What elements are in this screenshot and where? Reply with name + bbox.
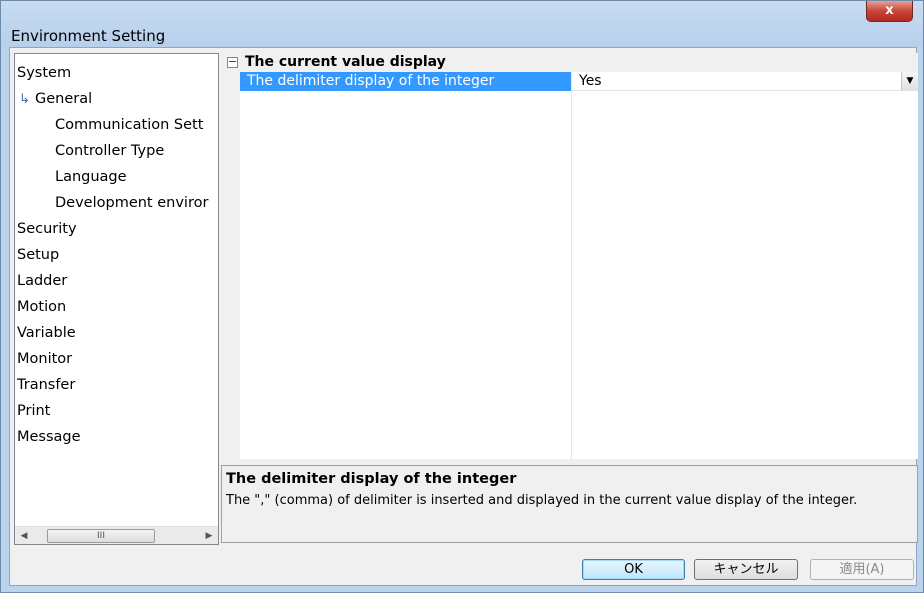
tree-item-development-environment[interactable]: Development enviror [15, 190, 208, 216]
tree-item-label: Controller Type [55, 143, 165, 159]
tree-item-label: Communication Sett [55, 117, 204, 133]
tree-item-label: System [17, 65, 72, 81]
tree-horizontal-scrollbar[interactable]: ◀ III ▶ [15, 526, 218, 544]
tree-item-motion[interactable]: Motion [15, 294, 66, 320]
collapse-icon[interactable]: − [227, 56, 238, 68]
title-bar[interactable]: Environment Setting x [1, 1, 923, 47]
description-panel: The delimiter display of the integer The… [221, 465, 918, 543]
scroll-left-arrow-icon[interactable]: ◀ [17, 527, 31, 544]
description-text: The "," (comma) of delimiter is inserted… [226, 493, 858, 508]
category-row[interactable]: − The current value display [221, 53, 918, 72]
property-grid: − The current value display The delimite… [221, 53, 918, 459]
tree-item-label: Transfer [17, 377, 76, 393]
property-value: Yes [579, 73, 602, 89]
tree-item-system[interactable]: System [15, 60, 71, 86]
tree-item-label: Message [17, 429, 81, 445]
tree-items: System ↳ General Communication Sett Contr… [15, 54, 218, 526]
tree-item-label: Ladder [17, 273, 68, 289]
scroll-right-arrow-icon[interactable]: ▶ [202, 527, 216, 544]
tree-item-setup[interactable]: Setup [15, 242, 59, 268]
dropdown-arrow-icon[interactable]: ▼ [901, 72, 918, 91]
column-splitter[interactable] [571, 72, 572, 459]
property-row[interactable]: The delimiter display of the integer Yes… [240, 72, 918, 91]
tree-item-label: Print [17, 403, 51, 419]
window-title: Environment Setting [11, 27, 166, 45]
tree-item-label: Language [55, 169, 127, 185]
grid-left-margin [221, 72, 240, 459]
tree-item-general[interactable]: ↳ General [15, 86, 92, 112]
tree-item-label: Variable [17, 325, 76, 341]
cancel-button[interactable]: キャンセル [694, 559, 798, 580]
tree-item-message[interactable]: Message [15, 424, 81, 450]
tree-item-label: Security [17, 221, 77, 237]
close-button[interactable]: x [866, 1, 913, 22]
dialog-client-area: System ↳ General Communication Sett Contr… [9, 47, 918, 586]
tree-item-label: Monitor [17, 351, 73, 367]
tree-item-controller-type[interactable]: Controller Type [15, 138, 164, 164]
description-title: The delimiter display of the integer [226, 471, 517, 487]
tree-item-variable[interactable]: Variable [15, 320, 76, 346]
category-label: The current value display [245, 54, 446, 70]
property-value-select[interactable]: Yes ▼ [572, 72, 918, 91]
tree-item-security[interactable]: Security [15, 216, 77, 242]
property-name[interactable]: The delimiter display of the integer [240, 72, 571, 91]
tree-item-transfer[interactable]: Transfer [15, 372, 75, 398]
ok-button[interactable]: OK [582, 559, 685, 580]
tree-item-label: General [35, 91, 93, 107]
tree-item-print[interactable]: Print [15, 398, 50, 424]
tree-item-language[interactable]: Language [15, 164, 127, 190]
tree-item-monitor[interactable]: Monitor [15, 346, 72, 372]
apply-button[interactable]: 適用(A) [810, 559, 914, 580]
tree-item-ladder[interactable]: Ladder [15, 268, 67, 294]
environment-setting-dialog: Environment Setting x System ↳ General Co… [0, 0, 924, 593]
settings-tree[interactable]: System ↳ General Communication Sett Contr… [14, 53, 219, 545]
scrollbar-thumb[interactable]: III [47, 529, 155, 543]
tree-item-label: Development enviror [55, 195, 209, 211]
tree-item-label: Setup [17, 247, 60, 263]
tree-item-communication[interactable]: Communication Sett [15, 112, 203, 138]
selection-arrow-icon: ↳ [19, 92, 30, 107]
tree-item-label: Motion [17, 299, 67, 315]
